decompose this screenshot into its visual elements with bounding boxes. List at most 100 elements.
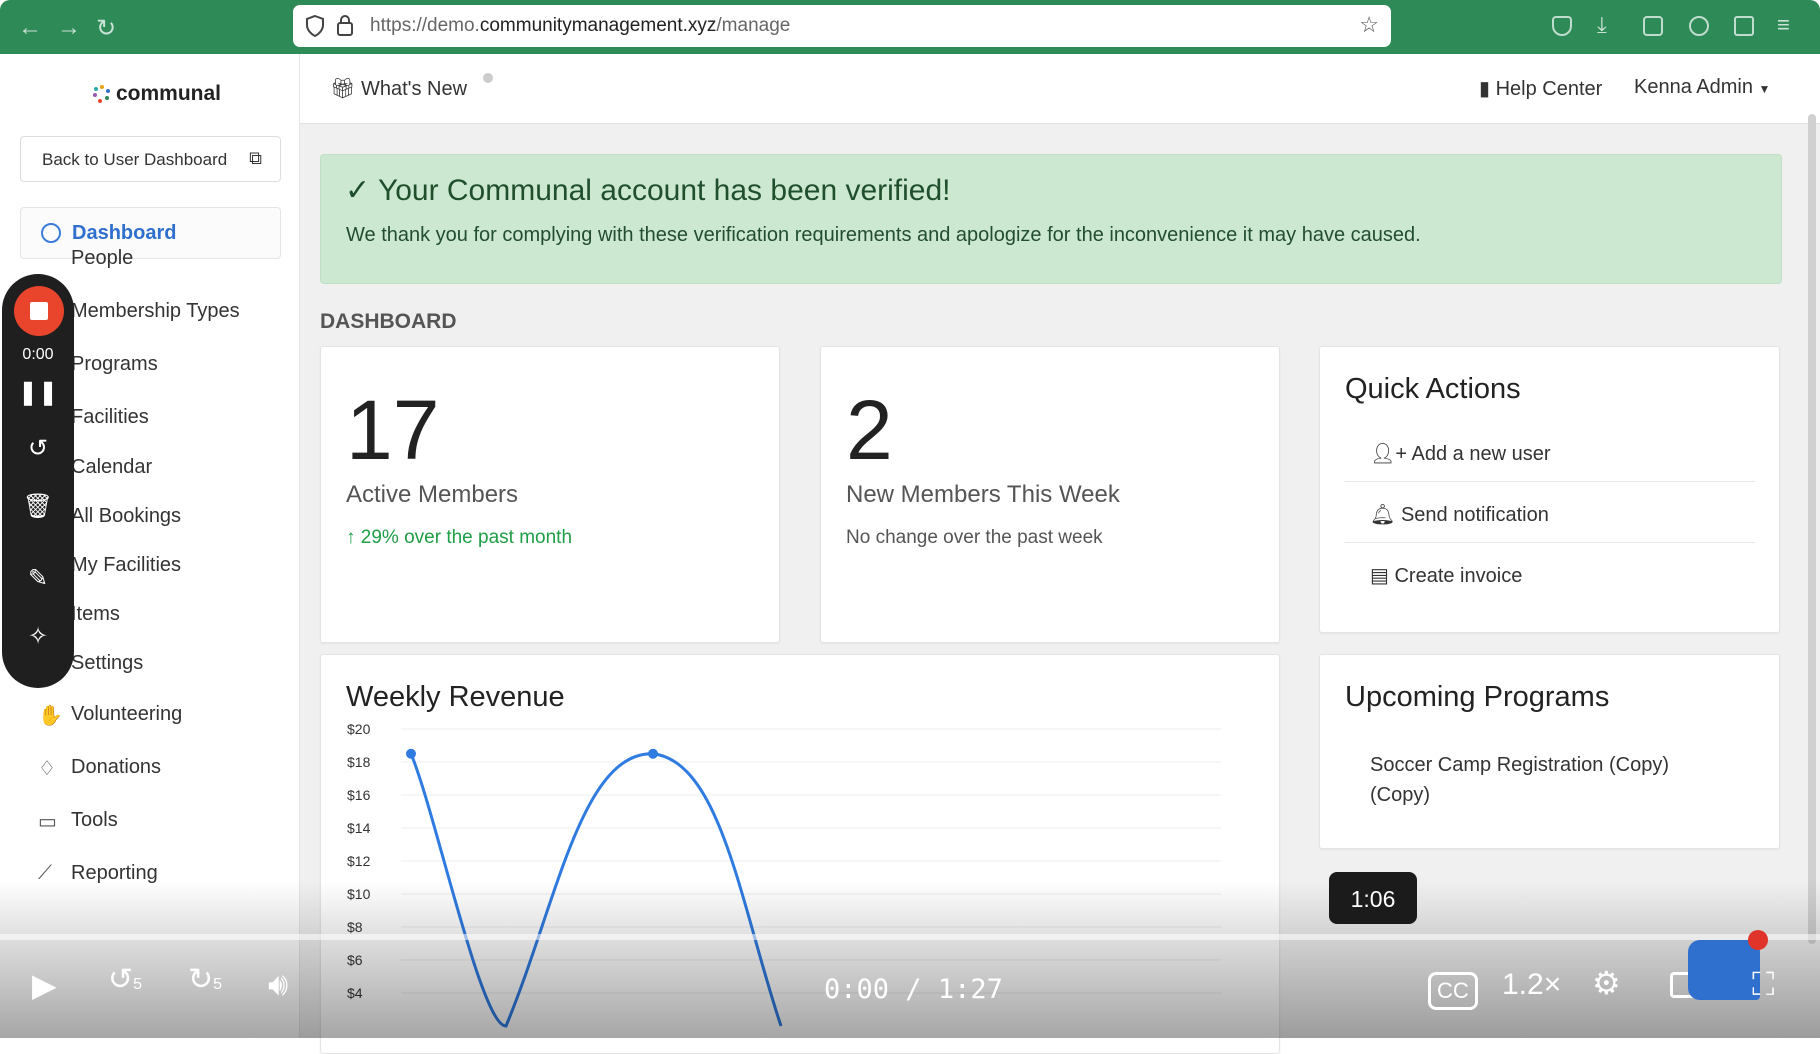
sidebar-item-facilities[interactable]: Facilities [71,406,149,429]
dashboard-heading: DASHBOARD [320,310,457,333]
donation-hand-icon: ♢ [38,758,56,780]
skip-back-seconds: 5 [133,976,143,993]
restart-icon[interactable]: ↺ [2,434,74,463]
settings-gear-icon[interactable]: ⚙ [1592,964,1621,1002]
help-center-link[interactable]: ▮ Help Center [1479,76,1602,101]
active-members-change-text: 29% over the past month [360,527,573,548]
toolbox-icon: ▭ [38,811,57,833]
book-icon: ▮ [1479,78,1491,100]
add-user-action[interactable]: 👤︎+ Add a new user [1345,421,1755,482]
skip-back-icon[interactable]: ↺5 [108,962,142,997]
notification-dot [483,73,493,83]
skip-forward-seconds: 5 [213,976,223,993]
sidebar-item-dashboard[interactable]: Dashboard [20,207,281,259]
active-members-value: 17 [346,383,440,477]
user-plus-icon: 👤︎+ [1370,443,1408,465]
y-tick-label: $20 [347,721,371,737]
volume-icon[interactable]: 🔊︎ [268,966,288,1004]
create-invoice-action[interactable]: ▤ Create invoice [1345,543,1755,604]
sidebar-item-calendar[interactable]: Calendar [71,456,152,479]
data-point[interactable] [406,748,416,759]
weekly-revenue-title: Weekly Revenue [346,681,565,713]
reload-icon[interactable]: ↻ [96,14,116,43]
captions-button[interactable]: CC [1428,972,1478,1010]
sidebar-item-items[interactable]: Items [71,603,120,626]
url-text: https://demo.communitymanagement.xyz/man… [370,15,790,37]
sidebar-item-all-bookings[interactable]: All Bookings [71,505,181,528]
sidebar-item-tools[interactable]: Tools [71,809,118,832]
shield-icon [306,14,324,38]
effects-icon[interactable]: ✧ [2,622,74,651]
extensions-icon[interactable] [1734,16,1754,36]
progress-bar[interactable] [0,934,1820,940]
back-arrow-icon[interactable]: ← [18,14,42,42]
hover-time-tooltip: 1:06 [1329,872,1417,924]
active-members-change: ↑ 29% over the past month [346,527,572,549]
sidebar-item-volunteering[interactable]: Volunteering [71,703,182,726]
time-display: 0:00 / 1:27 [824,974,1003,1005]
program-item[interactable]: Soccer Camp Registration (Copy) (Copy) [1370,750,1710,810]
arrow-up-icon: ↑ [346,527,356,548]
forward-arrow-icon[interactable]: → [57,14,81,42]
data-point[interactable] [648,748,658,759]
y-tick-label: $18 [347,754,371,770]
gift-icon: 🎁︎ [330,78,356,100]
sidebar-toggle-icon[interactable] [1643,16,1663,36]
logo[interactable]: communal [92,82,221,106]
help-center-label: Help Center [1495,78,1603,100]
top-bar: 🎁︎ What's New ▮ Help Center Kenna Admin … [300,54,1820,124]
whats-new-label: What's New [360,78,468,100]
skip-forward-icon[interactable]: ↻5 [188,962,222,997]
address-bar[interactable]: https://demo.communitymanagement.xyz/man… [293,5,1391,47]
page-scrollbar[interactable] [1808,114,1816,944]
pencil-icon[interactable]: ✎ [2,564,74,593]
playback-speed-button[interactable]: 1.2× [1502,968,1561,1002]
alert-body: We thank you for complying with these ve… [346,224,1421,246]
check-icon: ✓ [345,174,371,207]
pocket-icon[interactable] [1552,16,1572,36]
alert-title-text: Your Communal account has been verified! [377,174,951,207]
logo-mark-icon [93,85,110,103]
upcoming-programs-title: Upcoming Programs [1345,681,1610,713]
trash-icon[interactable]: 🗑︎ [2,492,74,521]
download-icon[interactable]: ⤓ [1597,12,1607,38]
y-tick-label: $16 [347,787,371,803]
recorder-time: 0:00 [22,346,54,363]
recorder-toolbar: 0:00 ❚❚ ↺ 🗑︎ ✎ ✧ [2,274,74,688]
sidebar-item-my-facilities[interactable]: My Facilities [71,554,181,577]
y-tick-label: $12 [347,853,371,869]
caret-down-icon: ▼ [1758,82,1771,96]
user-name: Kenna Admin [1634,76,1753,98]
play-icon[interactable]: ▶ [32,966,57,1004]
time-separator: / [905,974,922,1005]
account-icon[interactable] [1689,16,1709,36]
stop-record-button[interactable] [14,286,64,336]
back-to-user-dashboard-button[interactable]: Back to User Dashboard ⧉ [20,136,281,182]
sidebar-item-settings[interactable]: Settings [71,652,143,675]
bookmark-star-icon[interactable]: ☆ [1359,12,1379,38]
user-menu[interactable]: Kenna Admin ▼ [1634,76,1770,99]
sidebar-item-label: Dashboard [72,222,177,244]
whats-new-link[interactable]: 🎁︎ What's New [330,73,493,101]
url-domain: communitymanagement.xyz [479,15,717,36]
sidebar-item-programs[interactable]: Programs [71,353,158,376]
pause-icon[interactable]: ❚❚ [2,378,74,407]
new-members-card: 2 New Members This Week No change over t… [820,346,1280,643]
active-members-card: 17 Active Members ↑ 29% over the past mo… [320,346,780,643]
sidebar-item-membership-types[interactable]: Membership Types [71,300,240,323]
new-members-change: No change over the past week [846,527,1103,548]
action-label: Create invoice [1394,565,1523,587]
new-members-value: 2 [846,383,893,477]
fullscreen-icon[interactable]: ⛶ [1752,966,1774,1004]
external-link-icon: ⧉ [249,148,262,168]
chat-widget-button[interactable] [1688,930,1768,1000]
video-controls [0,880,1820,1038]
send-notification-action[interactable]: 🔔︎ Send notification [1345,482,1755,543]
alert-title: ✓ Your Communal account has been verifie… [345,173,951,208]
sidebar-item-people[interactable]: People [71,247,133,270]
logo-text: communal [116,82,222,105]
new-members-label: New Members This Week [846,481,1120,508]
menu-icon[interactable]: ≡ [1777,12,1790,38]
sidebar-item-donations[interactable]: Donations [71,756,161,779]
back-button-label: Back to User Dashboard [42,150,228,169]
